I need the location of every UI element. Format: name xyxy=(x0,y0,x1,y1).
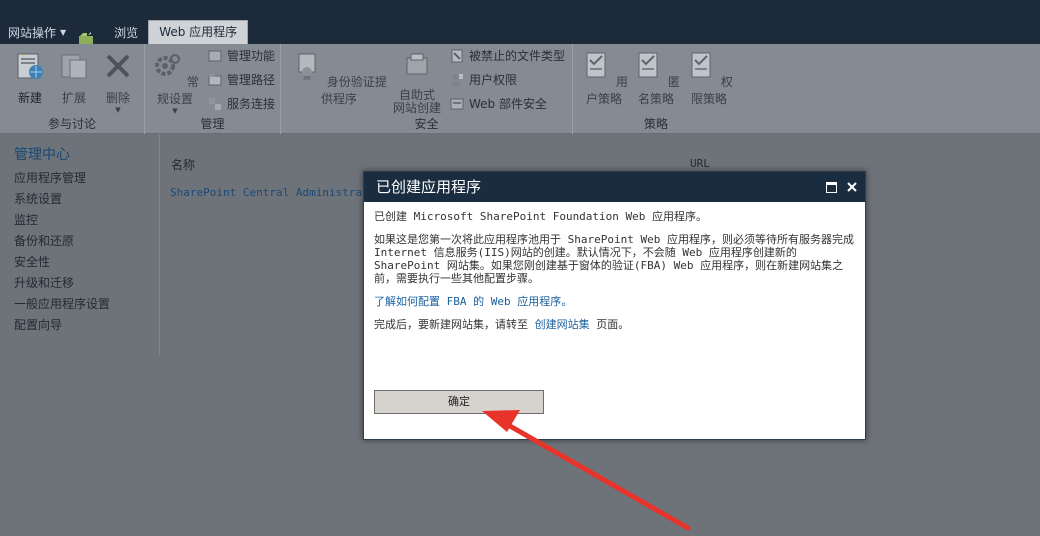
group-policy: 用户策略 匿名策略 权限策略 策略 xyxy=(573,44,739,134)
certificate-icon xyxy=(298,53,316,81)
service-connections-label: 服务连接 xyxy=(227,97,276,111)
dialog-title-bar: 已创建应用程序 xyxy=(364,172,865,202)
tab-browse[interactable]: 浏览 xyxy=(104,22,148,44)
next-step-prefix: 完成后，要新建网站集，请转至 xyxy=(374,318,528,331)
authentication-providers-label: 身份验证提供程序 xyxy=(320,75,387,106)
nav-item-upgrade-migration[interactable]: 升级和迁移 xyxy=(6,273,159,294)
gear-icon xyxy=(155,54,181,76)
web-application-row-link[interactable]: SharePoint Central Administration xyxy=(170,186,389,199)
managed-paths-label: 管理路径 xyxy=(227,73,276,87)
group-label-security: 安全 xyxy=(414,117,439,131)
connections-icon xyxy=(209,98,221,110)
group-label-contribute: 参与讨论 xyxy=(47,117,96,131)
new-button[interactable]: 新建 xyxy=(10,50,50,106)
group-label-policy: 策略 xyxy=(643,117,668,131)
dialog-message-next-step: 完成后，要新建网站集，请转至 创建网站集 页面。 xyxy=(374,318,855,331)
group-manage: 常规设置 ▼ 管理功能 管理路径 服务连接 管理 xyxy=(145,44,281,134)
policy-icon xyxy=(586,52,606,78)
site-actions-label: 网站操作 xyxy=(8,26,57,40)
nav-item-system-settings[interactable]: 系统设置 xyxy=(6,189,159,210)
learn-fba-link[interactable]: 了解如何配置 FBA 的 Web 应用程序。 xyxy=(374,295,572,308)
manage-features-button[interactable]: 管理功能 xyxy=(207,46,275,66)
nav-item-security[interactable]: 安全性 xyxy=(6,252,159,273)
left-navigation: 管理中心 应用程序管理 系统设置 监控 备份和还原 安全性 升级和迁移 一般应用… xyxy=(6,134,160,356)
ribbon-tabs: 网站操作 ▼ 浏览 Web 应用程序 xyxy=(0,20,249,45)
general-settings-button[interactable]: 常规设置 ▼ xyxy=(149,50,201,115)
nav-item-configuration-wizards[interactable]: 配置向导 xyxy=(6,315,159,336)
new-label: 新建 xyxy=(17,91,42,105)
service-connections-button[interactable]: 服务连接 xyxy=(207,94,275,114)
authentication-providers-button[interactable]: 身份验证提供程序 xyxy=(289,50,389,107)
create-site-collection-link[interactable]: 创建网站集 xyxy=(535,318,590,331)
dialog-title: 已创建应用程序 xyxy=(376,178,482,196)
column-header-url[interactable]: URL xyxy=(690,157,710,170)
web-part-security-button[interactable]: Web 部件安全 xyxy=(449,94,547,114)
chevron-down-icon: ▼ xyxy=(172,107,178,115)
top-bar: 网站操作 ▼ 浏览 Web 应用程序 xyxy=(0,0,1040,44)
dialog-controls xyxy=(826,172,857,202)
paths-icon xyxy=(208,74,222,86)
manage-features-label: 管理功能 xyxy=(227,49,276,63)
chevron-down-icon: ▼ xyxy=(60,28,67,37)
policy-icon xyxy=(638,52,658,78)
next-step-suffix: 页面。 xyxy=(596,318,630,331)
self-service-site-creation-button[interactable]: 自助式 网站创建 xyxy=(389,50,445,115)
nav-item-application-management[interactable]: 应用程序管理 xyxy=(6,168,159,189)
chevron-down-icon: ▼ xyxy=(115,106,121,114)
close-icon[interactable] xyxy=(847,182,857,192)
blocked-file-icon xyxy=(451,49,463,63)
delete-icon xyxy=(106,54,130,78)
blocked-file-types-label: 被禁止的文件类型 xyxy=(469,49,566,63)
anonymous-policy-button[interactable]: 匿名策略 xyxy=(631,50,681,107)
self-service-label-2: 网站创建 xyxy=(392,101,441,115)
managed-paths-button[interactable]: 管理路径 xyxy=(207,70,275,90)
tab-web-applications[interactable]: Web 应用程序 xyxy=(148,20,249,44)
group-contribute: 新建 扩展 删除 ▼ 参与讨论 xyxy=(0,44,145,134)
dialog-message-created: 已创建 Microsoft SharePoint Foundation Web … xyxy=(374,210,708,223)
delete-label: 删除 xyxy=(105,91,130,105)
maximize-icon[interactable] xyxy=(826,181,837,193)
dialog-body: 已创建 Microsoft SharePoint Foundation Web … xyxy=(364,202,865,349)
user-policy-button[interactable]: 用户策略 xyxy=(579,50,629,107)
user-permissions-label: 用户权限 xyxy=(469,73,518,87)
extend-label: 扩展 xyxy=(61,91,86,105)
column-header-name[interactable]: 名称 xyxy=(171,156,195,173)
new-web-app-icon xyxy=(17,52,43,79)
permission-policy-button[interactable]: 权限策略 xyxy=(683,50,735,107)
self-service-icon xyxy=(406,53,428,75)
web-part-icon xyxy=(450,98,464,110)
extend-button[interactable]: 扩展 xyxy=(56,50,92,106)
site-actions-menu[interactable]: 网站操作 ▼ xyxy=(0,22,74,44)
blocked-file-types-button[interactable]: 被禁止的文件类型 xyxy=(449,46,565,66)
nav-item-general-app-settings[interactable]: 一般应用程序设置 xyxy=(6,294,159,315)
nav-title-central-admin[interactable]: 管理中心 xyxy=(14,144,159,164)
features-icon xyxy=(208,50,222,62)
web-part-security-label: Web 部件安全 xyxy=(469,97,547,111)
navigate-up-icon[interactable] xyxy=(78,31,94,45)
delete-button[interactable]: 删除 ▼ xyxy=(100,50,136,114)
dialog-message-details: 如果这是您第一次将此应用程序池用于 SharePoint Web 应用程序，则必… xyxy=(374,233,854,285)
user-permissions-icon xyxy=(452,74,463,86)
user-permissions-button[interactable]: 用户权限 xyxy=(449,70,517,90)
application-created-dialog: 已创建应用程序 已创建 Microsoft SharePoint Foundat… xyxy=(363,171,866,440)
group-label-manage: 管理 xyxy=(200,117,225,131)
ribbon: 新建 扩展 删除 ▼ 参与讨论 常规设置 ▼ 管理功能 管理路径 服务连接 管理… xyxy=(0,44,1040,134)
nav-item-monitoring[interactable]: 监控 xyxy=(6,210,159,231)
group-security: 身份验证提供程序 自助式 网站创建 被禁止的文件类型 用户权限 Web 部件安全… xyxy=(281,44,573,134)
policy-icon xyxy=(691,52,711,78)
extend-icon xyxy=(61,54,87,79)
ok-button[interactable]: 确定 xyxy=(374,390,544,414)
nav-item-backup-restore[interactable]: 备份和还原 xyxy=(6,231,159,252)
